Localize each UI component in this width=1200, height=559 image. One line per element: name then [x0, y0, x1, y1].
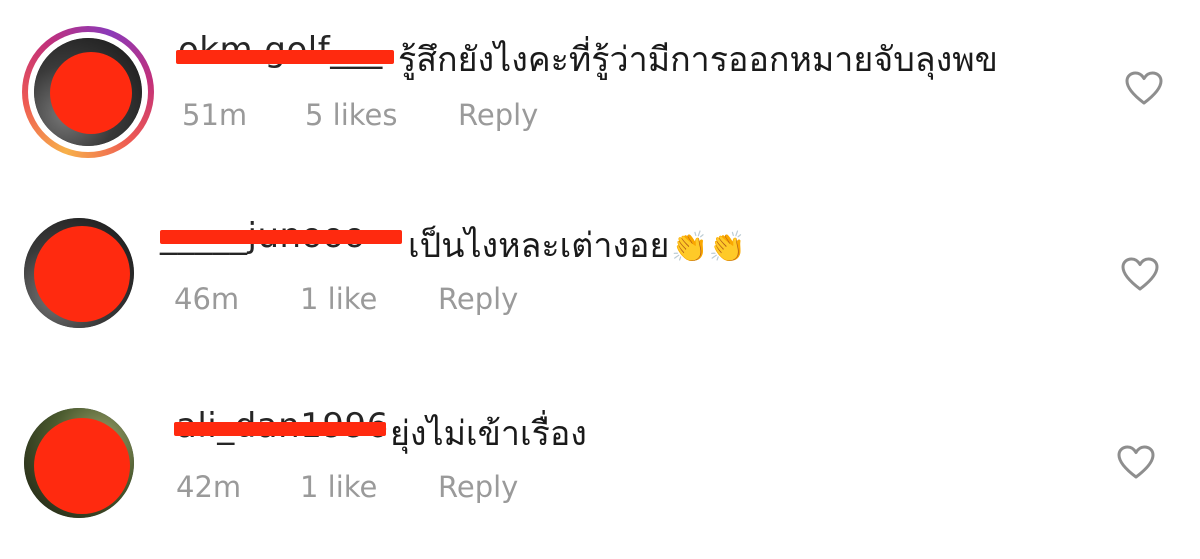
heart-outline-icon: [1117, 445, 1155, 479]
comment-item: ali_dan1996 ยุ่งไม่เข้าเรื่อง 42m 1 like…: [0, 372, 1200, 558]
comment-text: ยุ่งไม่เข้าเรื่อง: [390, 414, 587, 454]
avatar[interactable]: [22, 26, 154, 158]
comment-body: ยุ่งไม่เข้าเรื่อง: [390, 406, 587, 460]
avatar-redaction: [50, 52, 132, 134]
like-button[interactable]: [1120, 256, 1160, 292]
avatar-redaction: [34, 226, 130, 322]
reply-button[interactable]: Reply: [438, 282, 518, 316]
likes-count[interactable]: 1 like: [300, 282, 377, 316]
likes-count[interactable]: 5 likes: [305, 98, 398, 132]
username-redaction: [174, 422, 386, 436]
heart-outline-icon: [1125, 71, 1163, 105]
comment-body: เป็นไงหละเต่างอย👏👏: [408, 218, 746, 272]
comment-text: เป็นไงหละเต่างอย: [408, 226, 670, 266]
likes-count[interactable]: 1 like: [300, 470, 377, 504]
avatar[interactable]: [24, 218, 134, 328]
comment-text: รู้สึกยังไงคะที่รู้ว่ามีการออกหมายจับลุง…: [398, 40, 998, 80]
reply-button[interactable]: Reply: [458, 98, 538, 132]
comment-time: 46m: [174, 282, 240, 316]
avatar-redaction: [34, 418, 130, 514]
username-redaction: [160, 230, 402, 244]
clapping-hands-emoji: 👏👏: [671, 230, 747, 265]
like-button[interactable]: [1116, 444, 1156, 480]
comment-body: รู้สึกยังไงคะที่รู้ว่ามีการออกหมายจับลุง…: [398, 32, 998, 86]
like-button[interactable]: [1124, 70, 1164, 106]
comment-item: _____junooo เป็นไงหละเต่างอย👏👏 46m 1 lik…: [0, 186, 1200, 372]
comment-time: 42m: [176, 470, 242, 504]
comment-item: okm.golf___ รู้สึกยังไงคะที่รู้ว่ามีการอ…: [0, 0, 1200, 186]
heart-outline-icon: [1121, 257, 1159, 291]
username-redaction: [176, 50, 394, 64]
avatar[interactable]: [24, 408, 134, 518]
comment-time: 51m: [182, 98, 248, 132]
reply-button[interactable]: Reply: [438, 470, 518, 504]
